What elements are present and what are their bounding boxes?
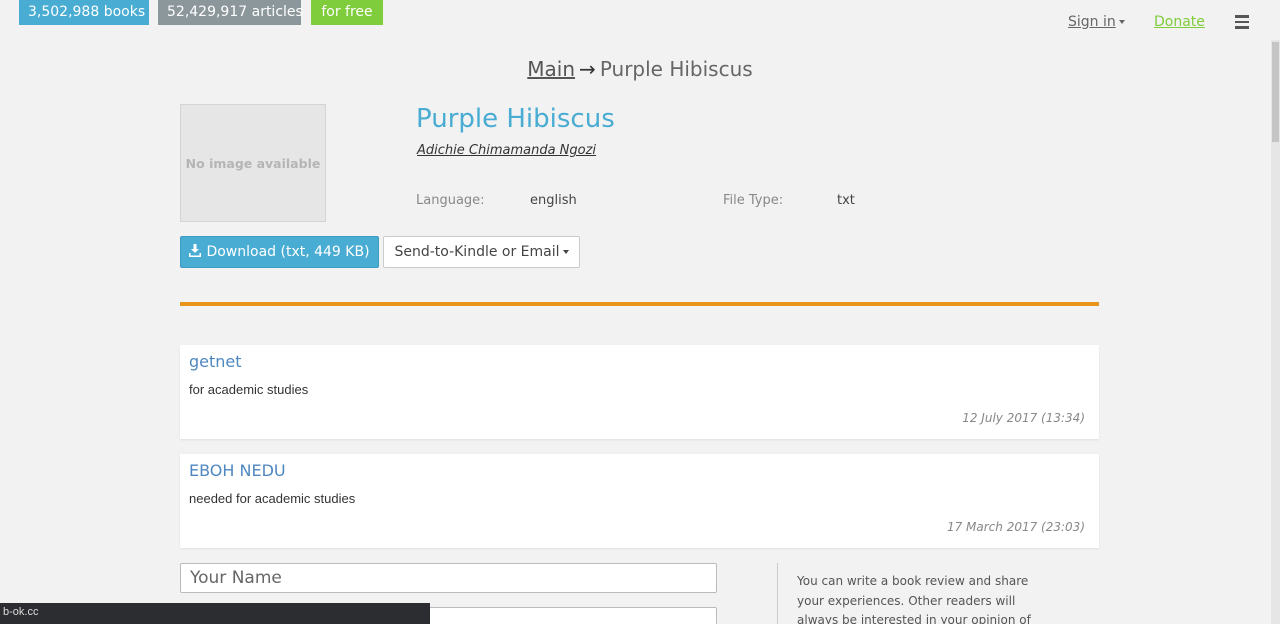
breadcrumb-main-link[interactable]: Main <box>527 57 575 81</box>
comment-author[interactable]: getnet <box>189 352 242 371</box>
comment-date: 12 July 2017 (13:34) <box>962 411 1085 425</box>
breadcrumb: Main → Purple Hibiscus <box>0 57 1280 81</box>
comment-author[interactable]: EBOH NEDU <box>189 461 286 480</box>
download-icon <box>189 243 202 261</box>
articles-count-badge[interactable]: 52,429,917 articles <box>158 0 303 25</box>
book-cover-placeholder: No image available <box>180 104 326 222</box>
comment-card: EBOH NEDU needed for academic studies 17… <box>180 454 1099 548</box>
form-divider <box>777 563 778 624</box>
books-count-badge[interactable]: 3,502,988 books <box>19 0 149 25</box>
review-note: You can write a book review and share yo… <box>797 574 1031 624</box>
language-value: english <box>530 193 577 208</box>
file-type-label: File Type: <box>723 193 784 208</box>
breadcrumb-current: Purple Hibiscus <box>599 57 753 81</box>
book-title: Purple Hibiscus <box>416 104 615 134</box>
book-author-link[interactable]: Adichie Chimamanda Ngozi <box>417 143 596 158</box>
page-scrollbar[interactable] <box>1271 40 1280 624</box>
for-free-badge: for free <box>311 0 383 25</box>
language-label: Language: <box>416 193 485 208</box>
sign-in-link[interactable]: Sign in <box>1068 14 1125 30</box>
caret-down-icon <box>1118 20 1125 24</box>
comment-date: 17 March 2017 (23:03) <box>946 520 1085 534</box>
send-to-kindle-label: Send-to-Kindle or Email <box>394 244 560 260</box>
cover-placeholder-text: No image available <box>185 155 321 171</box>
breadcrumb-arrow: → <box>579 57 596 81</box>
send-to-kindle-button[interactable]: Send-to-Kindle or Email <box>383 236 580 268</box>
download-label: Download (txt, 449 KB) <box>206 244 370 260</box>
caret-down-icon <box>562 250 569 254</box>
section-divider <box>180 302 1099 306</box>
hamburger-icon[interactable] <box>1235 15 1249 29</box>
comment-text: for academic studies <box>189 382 309 397</box>
donate-link[interactable]: Donate <box>1154 14 1205 30</box>
comment-card: getnet for academic studies 12 July 2017… <box>180 345 1099 439</box>
comment-text: needed for academic studies <box>189 491 356 506</box>
download-button[interactable]: Download (txt, 449 KB) <box>180 236 379 268</box>
file-type-value: txt <box>837 193 855 208</box>
review-name-input[interactable] <box>180 563 717 593</box>
sign-in-label: Sign in <box>1068 14 1116 30</box>
browser-status-bar: b-ok.cc <box>0 603 430 624</box>
status-url: b-ok.cc <box>3 606 39 618</box>
